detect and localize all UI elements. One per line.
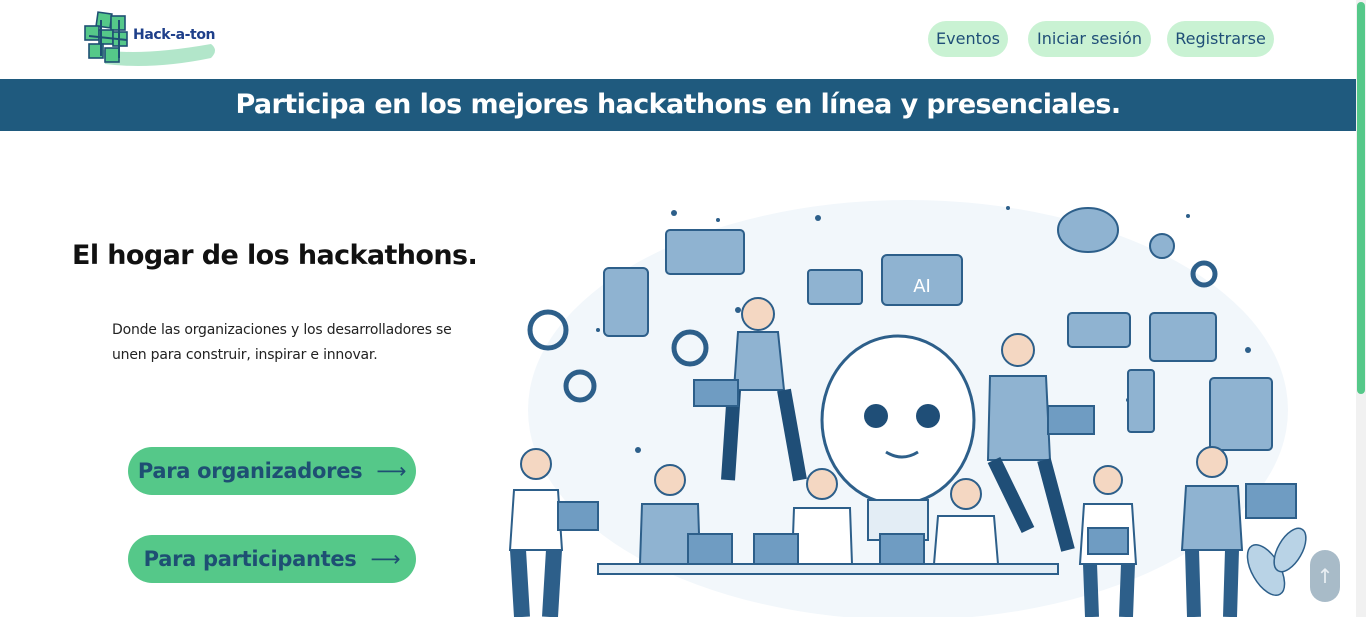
- participants-button-label: Para participantes: [143, 547, 357, 571]
- organizers-button[interactable]: Para organizadores ⟶: [128, 447, 416, 495]
- banner-text: Participa en los mejores hackathons en l…: [235, 89, 1121, 120]
- svg-text:AI: AI: [913, 276, 931, 297]
- brand-name: Hack-a-ton: [133, 27, 216, 43]
- hero-description: Donde las organizaciones y los desarroll…: [112, 322, 452, 363]
- nav-register-button[interactable]: Registrarse: [1167, 21, 1274, 57]
- hero-illustration: AI: [488, 150, 1310, 620]
- arrow-right-icon: ⟶: [370, 547, 401, 571]
- hero-title: El hogar de los hackathons.: [72, 240, 478, 271]
- scrollbar-thumb[interactable]: [1357, 2, 1365, 394]
- arrow-up-icon: ↑: [1316, 564, 1334, 588]
- nav-login-button[interactable]: Iniciar sesión: [1028, 21, 1151, 57]
- promo-banner: Participa en los mejores hackathons en l…: [0, 79, 1356, 131]
- scroll-to-top-button[interactable]: ↑: [1310, 550, 1340, 602]
- arrow-right-icon: ⟶: [376, 459, 407, 483]
- organizers-button-label: Para organizadores: [137, 459, 363, 483]
- nav-eventos-button[interactable]: Eventos: [928, 21, 1008, 57]
- page-scrollbar[interactable]: [1356, 0, 1366, 617]
- top-navbar: Hack-a-ton Eventos Iniciar sesión Regist…: [0, 0, 1356, 79]
- participants-button[interactable]: Para participantes ⟶: [128, 535, 416, 583]
